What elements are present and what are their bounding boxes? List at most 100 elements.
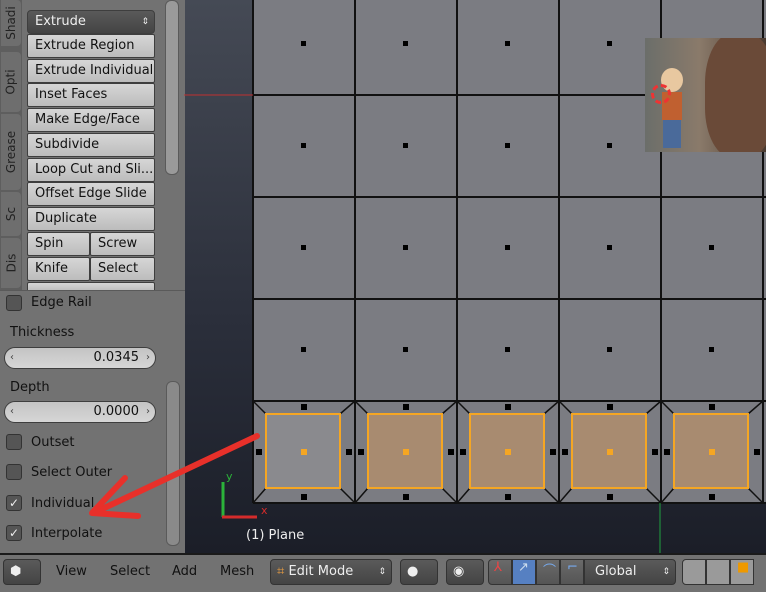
cartoon-figure-legs bbox=[663, 120, 681, 148]
arrow-icon: ↗ bbox=[518, 560, 529, 575]
menu-mesh[interactable]: Mesh bbox=[220, 564, 254, 579]
tab-label: Opti bbox=[4, 69, 19, 95]
menu-add[interactable]: Add bbox=[172, 564, 197, 579]
decrement-arrow-icon[interactable]: ‹ bbox=[10, 348, 14, 368]
face-dot bbox=[505, 404, 511, 410]
3d-cursor-icon bbox=[651, 84, 671, 104]
face-dot bbox=[403, 41, 408, 46]
orientation-label: Global bbox=[595, 564, 637, 579]
extrude-dropdown[interactable]: Extrude ⇕ bbox=[27, 10, 155, 34]
tab-display[interactable]: Dis bbox=[1, 238, 21, 288]
updown-arrows-icon: ⇕ bbox=[662, 567, 670, 577]
increment-arrow-icon[interactable]: › bbox=[146, 402, 150, 422]
outset-checkbox[interactable] bbox=[6, 434, 22, 450]
depth-value: 0.0000 bbox=[93, 404, 140, 419]
tab-shading[interactable]: Shadi bbox=[1, 0, 21, 46]
tool-button[interactable]: Loop Cut and Sli... bbox=[27, 157, 155, 182]
face-dot bbox=[709, 404, 715, 410]
individual-label: Individual bbox=[31, 496, 95, 511]
face-dot bbox=[301, 143, 306, 148]
interpolate-label: Interpolate bbox=[31, 526, 103, 541]
face-dot bbox=[709, 494, 715, 500]
select-button[interactable]: Select bbox=[90, 257, 155, 281]
tab-grease-pencil[interactable]: Grease bbox=[1, 114, 21, 190]
vertex-select-mode[interactable] bbox=[682, 559, 706, 585]
operator-panel: Edge Rail Thickness ‹ 0.0345 › Depth ‹ 0.00… bbox=[0, 290, 185, 553]
orientation-dropdown[interactable]: Global ⇕ bbox=[584, 559, 676, 585]
editor-type-button[interactable]: ⬢ bbox=[3, 559, 41, 585]
tool-shelf-scrollbar[interactable] bbox=[165, 0, 179, 175]
face-dot bbox=[346, 449, 352, 455]
knife-button[interactable]: Knife bbox=[27, 257, 90, 281]
face-dot bbox=[460, 449, 466, 455]
face-dot bbox=[505, 347, 510, 352]
pivot-icon: ◉ bbox=[453, 564, 465, 579]
tool-button[interactable]: Subdivide bbox=[27, 132, 155, 157]
face-select-mode[interactable]: ■ bbox=[730, 559, 754, 585]
tool-button[interactable]: Offset Edge Slide bbox=[27, 182, 155, 207]
spin-button[interactable]: Spin bbox=[27, 232, 90, 256]
operator-panel-scrollbar[interactable] bbox=[166, 381, 180, 546]
tool-button[interactable]: Extrude Region bbox=[27, 34, 155, 58]
menu-select[interactable]: Select bbox=[110, 564, 150, 579]
manipulator-toggle[interactable]: ⅄ bbox=[488, 559, 512, 585]
face-dot bbox=[505, 494, 511, 500]
tool-button[interactable]: Inset Faces bbox=[27, 83, 155, 108]
tab-label: Grease bbox=[4, 130, 18, 174]
mesh-tools-panel: Extrude ⇕ Extrude Region Extrude Individua… bbox=[22, 0, 185, 292]
face-dot bbox=[403, 347, 408, 352]
interpolate-checkbox[interactable]: ✓ bbox=[6, 525, 22, 541]
face-center-dot bbox=[301, 449, 307, 455]
individual-checkbox[interactable]: ✓ bbox=[6, 495, 22, 511]
rotate-manipulator[interactable]: ⌒ bbox=[536, 559, 560, 585]
face-dot bbox=[301, 41, 306, 46]
select-outer-checkbox[interactable] bbox=[6, 464, 22, 480]
face-center-dot bbox=[505, 449, 511, 455]
depth-field[interactable]: ‹ 0.0000 › bbox=[4, 401, 156, 423]
face-dot bbox=[301, 347, 306, 352]
face-dot bbox=[652, 449, 658, 455]
face-dot bbox=[301, 245, 306, 250]
tool-button[interactable]: Duplicate bbox=[27, 206, 155, 231]
mode-label: Edit Mode bbox=[288, 564, 354, 579]
face-dot bbox=[709, 245, 714, 250]
face-dot bbox=[301, 494, 307, 500]
face-dot bbox=[709, 347, 714, 352]
depth-label: Depth bbox=[10, 380, 50, 395]
tab-label: Dis bbox=[3, 253, 18, 273]
tool-button[interactable]: Extrude Individual bbox=[27, 58, 155, 83]
pivot-dropdown[interactable]: ◉ bbox=[446, 559, 484, 585]
edge-rail-checkbox[interactable] bbox=[6, 295, 22, 311]
3d-viewport[interactable]: (1) Plane bbox=[185, 0, 766, 553]
face-dot bbox=[607, 41, 612, 46]
face-center-dot bbox=[607, 449, 613, 455]
screw-button[interactable]: Screw bbox=[90, 232, 155, 256]
thickness-value: 0.0345 bbox=[93, 350, 140, 365]
menu-view[interactable]: View bbox=[56, 564, 87, 579]
extrude-dropdown-label: Extrude bbox=[35, 14, 86, 29]
face-dot bbox=[505, 41, 510, 46]
face-dot bbox=[607, 494, 613, 500]
shading-dropdown[interactable]: ● bbox=[400, 559, 438, 585]
mode-dropdown[interactable]: ⌗ Edit Mode ⇕ bbox=[270, 559, 392, 585]
face-dot bbox=[607, 245, 612, 250]
increment-arrow-icon[interactable]: › bbox=[146, 348, 150, 368]
edge-select-mode[interactable] bbox=[706, 559, 730, 585]
thickness-field[interactable]: ‹ 0.0345 › bbox=[4, 347, 156, 369]
tool-button[interactable]: Make Edge/Face bbox=[27, 108, 155, 133]
face-dot bbox=[301, 404, 307, 410]
tool-shelf: Shadi Opti Grease Sc Dis Extrude ⇕ Extrud… bbox=[0, 0, 185, 553]
face-icon: ■ bbox=[737, 560, 750, 575]
face-dot bbox=[607, 404, 613, 410]
face-center-dot bbox=[709, 449, 715, 455]
scale-manipulator[interactable]: ⌐ bbox=[560, 559, 584, 585]
translate-manipulator[interactable]: ↗ bbox=[512, 559, 536, 585]
object-info-label: (1) Plane bbox=[246, 528, 305, 543]
edit-mode-icon: ⌗ bbox=[277, 564, 285, 579]
face-dot bbox=[403, 494, 409, 500]
decrement-arrow-icon[interactable]: ‹ bbox=[10, 402, 14, 422]
tab-options[interactable]: Opti bbox=[1, 52, 21, 112]
tab-scene[interactable]: Sc bbox=[1, 192, 21, 236]
solid-sphere-icon: ● bbox=[407, 564, 419, 579]
face-dot bbox=[505, 245, 510, 250]
